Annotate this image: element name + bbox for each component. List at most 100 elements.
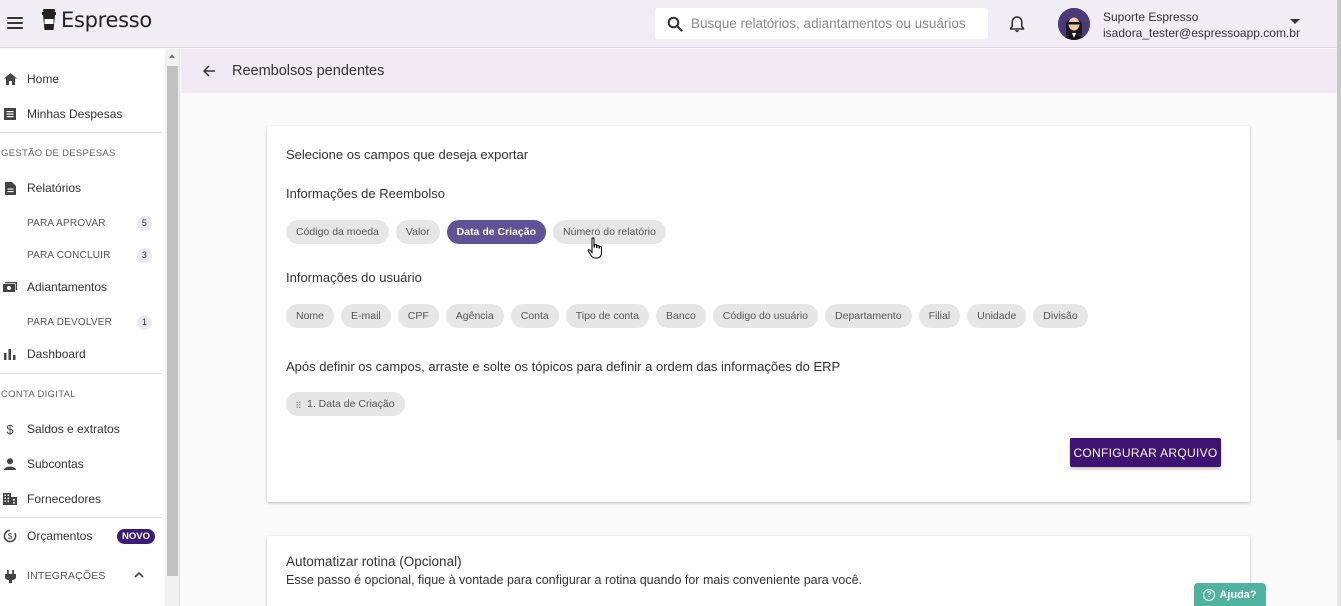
field-chip-nome[interactable]: Nome [286,304,335,328]
scroll-up-arrow-icon[interactable] [169,54,175,58]
field-chip-data-criacao[interactable]: Data de Criação [446,220,547,244]
field-chip-filial[interactable]: Filial [918,304,961,328]
sidebar-item-label: Dashboard [27,347,86,361]
person-icon [3,457,17,471]
field-chip-valor[interactable]: Valor [395,220,440,244]
sidebar-item-relatorios[interactable]: Relatórios [0,173,162,203]
sidebar-section-conta: CONTA DIGITAL [1,389,76,400]
user-name: Suporte Espresso [1103,10,1199,24]
sub-label: PARA CONCLUIR [27,249,111,261]
bar-chart-icon [3,347,17,361]
sidebar-item-label: Saldos e extratos [27,422,120,436]
sidebar-item-label: Relatórios [27,181,82,195]
routine-card: Automatizar rotina (Opcional) Esse passo… [267,536,1250,606]
novo-badge: NOVO [117,529,155,544]
sidebar-item-subcontas[interactable]: Subcontas [0,449,162,479]
count-badge: 5 [137,215,152,231]
page-title: Reembolsos pendentes [232,63,385,79]
sidebar-scrollbar-thumb[interactable] [167,66,178,576]
list-icon [3,107,17,121]
configure-file-button[interactable]: CONFIGURAR ARQUIVO [1070,438,1221,467]
routine-description: Esse passo é opcional, fique à vontade p… [286,573,863,587]
user-info[interactable]: Suporte Espresso isadora_tester@espresso… [1103,9,1300,41]
home-icon [3,72,17,86]
count-badge: 1 [137,314,152,330]
sidebar-item-minhas-despesas[interactable]: Minhas Despesas [0,99,162,129]
sidebar-item-label: Minhas Despesas [27,107,123,121]
help-button[interactable]: ? Ajuda? [1194,583,1266,606]
sidebar-divider [0,132,162,133]
user-menu-caret-icon[interactable] [1290,19,1300,24]
reembolso-chips: Código da moeda Valor Data de Criação Nú… [286,220,666,244]
help-label: Ajuda? [1219,588,1257,601]
order-chip-data-criacao[interactable]: 1. Data de Criação [286,392,405,416]
plug-icon [3,569,17,583]
budget-cycle-icon: $ [3,529,17,543]
svg-text:$: $ [8,532,13,541]
sidebar-item-label: Adiantamentos [27,280,108,294]
sidebar-section-gestao: GESTÃO DE DESPESAS [1,148,116,159]
sidebar-sub-para-concluir[interactable]: PARA CONCLUIR 3 [27,245,152,265]
sidebar-scrollbar[interactable] [165,49,180,606]
sidebar-item-label: Orçamentos [27,529,93,543]
money-icon [3,280,17,294]
help-question-icon: ? [1203,588,1216,601]
export-heading: Selecione os campos que deseja exportar [286,147,529,162]
field-chip-email[interactable]: E-mail [341,304,391,328]
espresso-logo[interactable]: Espresso [41,8,152,32]
reembolso-heading: Informações de Reembolso [286,186,445,201]
building-icon [3,492,17,506]
field-chip-codigo-moeda[interactable]: Código da moeda [286,220,389,244]
sidebar-item-fornecedores[interactable]: Fornecedores [0,484,162,514]
sidebar-sub-para-aprovar[interactable]: PARA APROVAR 5 [27,213,152,233]
hamburger-menu-icon[interactable] [4,12,26,34]
top-bar: Espresso Suporte Espresso isadora_tester… [0,0,1341,48]
page-scrollbar-thumb[interactable] [1337,0,1341,440]
page-scrollbar[interactable] [1337,0,1341,606]
avatar-image [1058,8,1090,40]
sidebar: Home Minhas Despesas GESTÃO DE DESPESAS … [0,49,165,606]
notification-bell-icon[interactable] [1007,14,1027,34]
export-fields-card: Selecione os campos que deseja exportar … [267,126,1250,502]
usuario-chips: Nome E-mail CPF Agência Conta Tipo de co… [286,304,1088,328]
field-chip-tipo-conta[interactable]: Tipo de conta [565,304,650,328]
field-chip-divisao[interactable]: Divisão [1033,304,1088,328]
sidebar-divider [0,373,162,374]
user-avatar[interactable] [1058,8,1090,40]
logo-text: Espresso [61,8,152,32]
drag-handle-icon[interactable] [296,400,301,408]
sub-label: PARA DEVOLVER [27,316,113,328]
sidebar-item-label: Subcontas [27,457,84,471]
sidebar-item-adiantamentos[interactable]: Adiantamentos [0,272,162,302]
usuario-heading: Informações do usuário [286,270,422,285]
chevron-up-icon[interactable] [134,571,144,578]
search-input[interactable] [691,16,981,31]
sidebar-sub-para-devolver[interactable]: PARA DEVOLVER 1 [27,312,152,332]
coffee-cup-icon [42,9,56,30]
field-chip-departamento[interactable]: Departamento [825,304,912,328]
field-chip-cpf[interactable]: CPF [397,304,439,328]
field-chip-banco[interactable]: Banco [656,304,706,328]
count-badge: 3 [137,247,152,263]
sidebar-item-saldos[interactable]: $ Saldos e extratos [0,414,162,444]
document-icon [3,181,17,195]
sidebar-item-home[interactable]: Home [0,64,162,94]
field-chip-agencia[interactable]: Agência [445,304,504,328]
sidebar-item-label: Home [27,72,60,86]
page-header: Reembolsos pendentes [181,49,1337,93]
dollar-icon: $ [6,421,14,437]
field-chip-codigo-usuario[interactable]: Código do usuário [712,304,819,328]
field-chip-unidade[interactable]: Unidade [967,304,1027,328]
sidebar-item-label: INTEGRAÇÕES [27,570,106,582]
sidebar-item-integracoes[interactable]: INTEGRAÇÕES [0,561,162,591]
user-email: isadora_tester@espressoapp.com.br [1103,26,1300,40]
sidebar-item-dashboard[interactable]: Dashboard [0,339,162,369]
search-box[interactable] [655,8,988,39]
sub-label: PARA APROVAR [27,217,106,229]
order-instructions: Após definir os campos, arraste e solte … [286,359,841,374]
routine-title: Automatizar rotina (Opcional) [286,554,462,569]
back-arrow-icon[interactable] [202,64,216,78]
field-chip-numero-relatorio[interactable]: Número do relatório [553,220,666,244]
field-chip-conta[interactable]: Conta [510,304,559,328]
sidebar-divider [0,517,162,518]
